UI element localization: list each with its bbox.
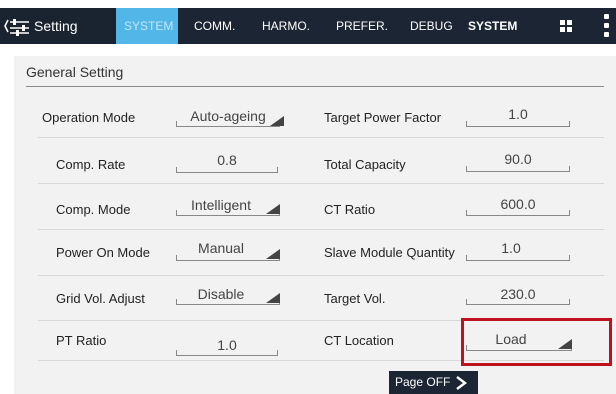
dropdown-arrow-icon[interactable] xyxy=(266,293,280,303)
tab-system[interactable]: SYSTEM xyxy=(124,8,173,44)
section-title: General Setting xyxy=(26,64,124,80)
comp-rate-value[interactable]: 0.8 xyxy=(176,152,278,168)
grid-vol-adjust-underline xyxy=(176,299,280,305)
dropdown-arrow-icon[interactable] xyxy=(270,116,284,126)
grid-vol-adjust-label: Grid Vol. Adjust xyxy=(56,291,145,306)
settings-sliders-icon[interactable] xyxy=(4,16,30,36)
tab-prefer[interactable]: PREFER. xyxy=(336,8,388,44)
comp-rate-underline xyxy=(176,167,278,173)
ct-location-label: CT Location xyxy=(324,333,394,348)
target-power-factor-label: Target Power Factor xyxy=(324,110,442,125)
slave-module-quantity-underline xyxy=(466,255,570,261)
comp-rate-label: Comp. Rate xyxy=(56,157,126,172)
page-off-button[interactable]: Page OFF xyxy=(389,371,478,394)
slave-module-quantity-label: Slave Module Quantity xyxy=(324,245,455,260)
pt-ratio-underline xyxy=(176,350,278,356)
operation-mode-underline xyxy=(176,121,280,127)
power-on-mode-label: Power On Mode xyxy=(56,245,150,260)
target-power-factor-value[interactable]: 1.0 xyxy=(466,106,570,122)
power-on-mode-underline xyxy=(176,255,280,261)
target-vol-label: Target Vol. xyxy=(324,291,386,306)
slave-module-quantity-value[interactable]: 1.0 xyxy=(466,240,556,256)
total-capacity-value[interactable]: 90.0 xyxy=(466,151,570,167)
more-options-icon[interactable] xyxy=(604,14,610,38)
pt-ratio-label: PT Ratio xyxy=(56,333,107,348)
ct-ratio-label: CT Ratio xyxy=(324,202,376,217)
comp-mode-underline xyxy=(176,210,280,216)
dropdown-arrow-icon[interactable] xyxy=(266,249,280,259)
ct-location-highlight-box xyxy=(461,318,612,366)
target-vol-underline xyxy=(466,299,570,305)
tab-harmo[interactable]: HARMO. xyxy=(262,8,310,44)
row-divider xyxy=(38,137,604,138)
dropdown-arrow-icon[interactable] xyxy=(266,204,280,214)
power-on-mode-value[interactable]: Manual xyxy=(176,240,266,256)
total-capacity-underline xyxy=(466,166,570,172)
top-navigation-bar: Setting SYSTEM COMM. HARMO. PREFER. DEBU… xyxy=(0,0,616,44)
ct-ratio-underline xyxy=(466,210,570,216)
page-off-label: Page OFF xyxy=(395,375,451,389)
row-divider xyxy=(38,275,604,276)
comp-mode-label: Comp. Mode xyxy=(56,202,131,217)
tab-comm[interactable]: COMM. xyxy=(194,8,235,44)
section-divider xyxy=(26,86,604,87)
app-title: Setting xyxy=(34,18,78,34)
chevron-right-icon xyxy=(456,376,467,390)
tab-system-2[interactable]: SYSTEM xyxy=(468,8,517,44)
target-power-factor-underline xyxy=(466,121,570,127)
row-divider xyxy=(38,183,604,184)
grid-icon[interactable] xyxy=(560,20,572,32)
total-capacity-label: Total Capacity xyxy=(324,157,406,172)
row-divider xyxy=(38,229,604,230)
tab-debug[interactable]: DEBUG xyxy=(410,8,453,44)
operation-mode-label: Operation Mode xyxy=(42,110,136,125)
